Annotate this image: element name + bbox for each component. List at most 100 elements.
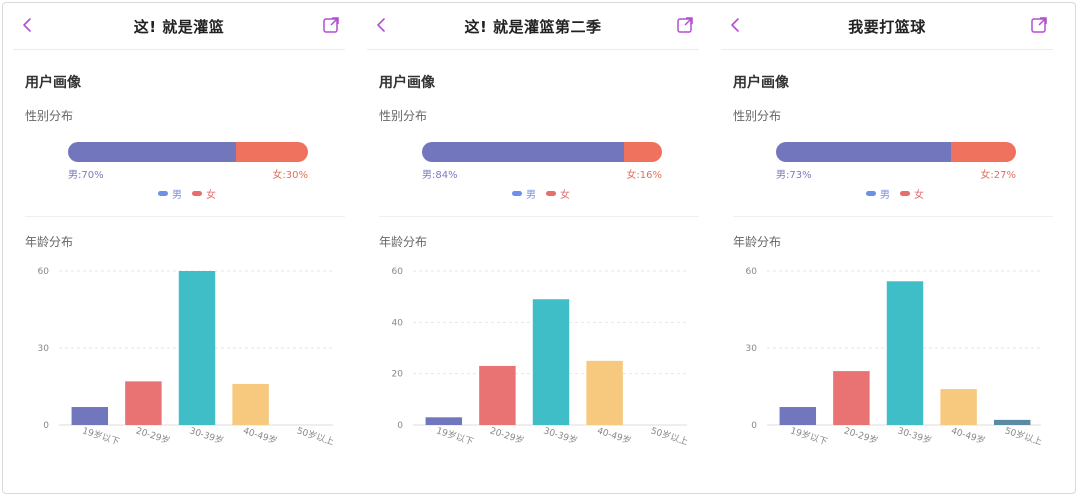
back-arrow-icon[interactable] <box>373 16 391 34</box>
x-category-label: 20-29岁 <box>134 424 171 446</box>
legend-male-label: 男 <box>526 190 536 201</box>
show-panel: 这! 就是灌篮第二季 用户画像 性别分布 男:84% 女:16% 男 女 年龄分… <box>357 3 711 493</box>
section-divider <box>379 216 699 217</box>
gender-legend: 男 女 <box>512 186 570 201</box>
x-category-label: 40-49岁 <box>950 424 987 446</box>
age-bar[interactable] <box>586 360 623 425</box>
show-panel: 我要打篮球 用户画像 性别分布 男:73% 女:27% 男 女 年龄分布 0 3… <box>711 3 1065 493</box>
y-tick-label: 30 <box>38 344 50 354</box>
gender-bar-female <box>623 142 662 162</box>
gender-heading: 性别分布 <box>25 109 74 123</box>
y-tick-label: 0 <box>43 421 49 431</box>
gender-bar-female <box>951 142 1016 162</box>
age-bar[interactable] <box>71 407 109 425</box>
gender-bar-male <box>68 142 236 162</box>
y-tick-label: 0 <box>751 421 757 431</box>
age-heading: 年龄分布 <box>25 235 74 249</box>
gender-legend: 男 女 <box>158 186 216 201</box>
x-category-label: 50岁以上 <box>1003 424 1043 447</box>
back-arrow-icon[interactable] <box>727 16 745 34</box>
x-category-label: 19岁以下 <box>81 424 121 447</box>
gender-heading: 性别分布 <box>379 109 428 123</box>
legend-female-label: 女 <box>914 190 924 201</box>
gender-bar-female <box>236 142 308 162</box>
female-percent-label: 女:27% <box>980 170 1016 181</box>
age-bar[interactable] <box>532 299 570 425</box>
x-category-label: 50岁以上 <box>295 424 335 447</box>
legend-female-label: 女 <box>560 190 570 201</box>
x-category-label: 30-39岁 <box>542 424 579 446</box>
y-tick-label: 60 <box>392 267 404 277</box>
legend-female-swatch <box>546 191 556 196</box>
age-bar[interactable] <box>779 407 817 425</box>
age-bar[interactable] <box>833 371 870 425</box>
age-bar[interactable] <box>425 417 463 425</box>
gender-bar <box>776 142 1016 162</box>
y-tick-label: 40 <box>392 318 404 328</box>
age-heading: 年龄分布 <box>379 235 428 249</box>
panel-header: 这! 就是灌篮 <box>13 3 345 50</box>
panel-header: 这! 就是灌篮第二季 <box>367 3 699 50</box>
back-arrow-icon[interactable] <box>19 16 37 34</box>
share-icon[interactable] <box>321 15 341 35</box>
x-category-label: 50岁以上 <box>649 424 689 447</box>
x-category-label: 19岁以下 <box>435 424 475 447</box>
legend-male-swatch <box>512 191 522 196</box>
gender-bar-male <box>776 142 952 162</box>
age-bar-chart: 0 30 60 19岁以下 20-29岁 30-39岁 40-49岁 50岁以上 <box>746 267 1044 448</box>
age-bar[interactable] <box>479 365 516 425</box>
x-category-label: 20-29岁 <box>842 424 879 446</box>
x-category-label: 40-49岁 <box>242 424 279 446</box>
female-percent-label: 女:16% <box>626 170 662 181</box>
gender-bar-male <box>422 142 624 162</box>
age-bar[interactable] <box>178 271 216 425</box>
gender-chart: 男:84% 女:16% 男 女 <box>422 142 662 204</box>
panel-header: 我要打篮球 <box>721 3 1053 50</box>
show-panel: 这! 就是灌篮 用户画像 性别分布 男:70% 女:30% 男 女 年龄分布 0… <box>3 3 357 493</box>
gender-bar <box>68 142 308 162</box>
gender-bar <box>422 142 662 162</box>
share-icon[interactable] <box>1029 15 1049 35</box>
y-tick-label: 20 <box>392 370 404 380</box>
y-tick-label: 30 <box>746 344 758 354</box>
legend-female-swatch <box>900 191 910 196</box>
y-tick-label: 60 <box>38 267 50 277</box>
legend-male-label: 男 <box>880 190 890 201</box>
gender-heading: 性别分布 <box>733 109 782 123</box>
panel-title: 这! 就是灌篮 <box>133 17 225 36</box>
comparison-frame: 这! 就是灌篮 用户画像 性别分布 男:70% 女:30% 男 女 年龄分布 0… <box>2 2 1076 494</box>
user-profile-heading: 用户画像 <box>379 75 435 91</box>
panel-title: 这! 就是灌篮第二季 <box>464 17 602 36</box>
legend-male-label: 男 <box>172 190 182 201</box>
y-tick-label: 60 <box>746 267 758 277</box>
gender-chart: 男:73% 女:27% 男 女 <box>776 142 1016 204</box>
age-bar[interactable] <box>993 419 1031 425</box>
x-category-label: 30-39岁 <box>896 424 933 446</box>
x-category-label: 20-29岁 <box>488 424 525 446</box>
gender-legend: 男 女 <box>866 186 924 201</box>
age-bar[interactable] <box>125 381 162 425</box>
x-category-label: 30-39岁 <box>188 424 225 446</box>
age-bar[interactable] <box>232 383 269 425</box>
legend-male-swatch <box>866 191 876 196</box>
section-divider <box>25 216 345 217</box>
section-divider <box>733 216 1053 217</box>
age-heading: 年龄分布 <box>733 235 782 249</box>
panel-title: 我要打篮球 <box>848 17 926 36</box>
legend-male-swatch <box>158 191 168 196</box>
user-profile-heading: 用户画像 <box>25 75 81 91</box>
age-bar-chart: 0 20 40 60 19岁以下 20-29岁 30-39岁 40-49岁 50岁以上 <box>392 267 690 448</box>
male-percent-label: 男:73% <box>776 170 812 181</box>
gender-chart: 男:70% 女:30% 男 女 <box>68 142 308 204</box>
user-profile-heading: 用户画像 <box>733 75 789 91</box>
age-bar[interactable] <box>886 281 924 425</box>
age-bar-chart: 0 30 60 19岁以下 20-29岁 30-39岁 40-49岁 50岁以上 <box>38 267 336 448</box>
age-bar[interactable] <box>940 389 977 425</box>
share-icon[interactable] <box>675 15 695 35</box>
legend-female-swatch <box>192 191 202 196</box>
x-category-label: 40-49岁 <box>596 424 633 446</box>
male-percent-label: 男:70% <box>68 170 104 181</box>
male-percent-label: 男:84% <box>422 170 458 181</box>
legend-female-label: 女 <box>206 190 216 201</box>
y-tick-label: 0 <box>397 421 403 431</box>
